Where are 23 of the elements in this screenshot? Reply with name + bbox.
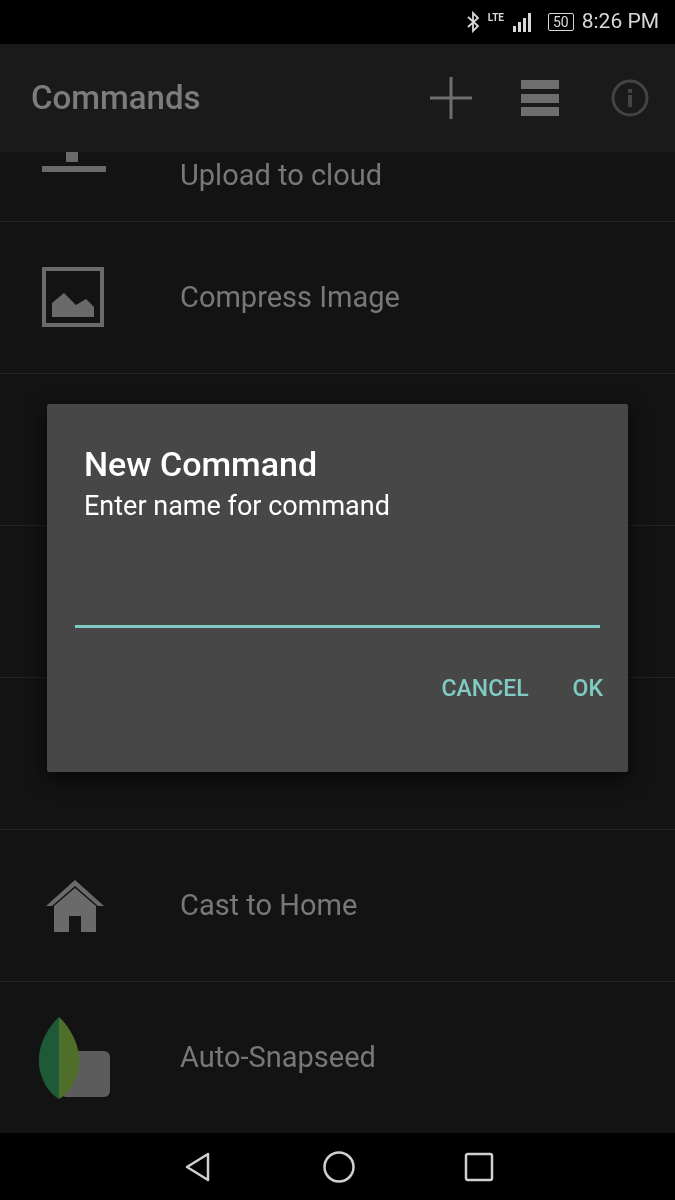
dialog-button[interactable]: OK — [570, 672, 605, 707]
dialog-title: New Command — [84, 444, 318, 484]
image-icon — [42, 266, 106, 329]
clock: 8:26 PM — [581, 8, 659, 36]
command-item[interactable]: Compress Image — [0, 222, 675, 374]
command-label: Cast to Home — [180, 886, 358, 924]
network-type: LTE — [487, 13, 504, 23]
command-label: Upload to cloud — [180, 157, 383, 194]
battery-indicator: 50 — [547, 13, 574, 31]
command-label: Compress Image — [180, 278, 400, 316]
command-label: Auto-Snapseed — [180, 1038, 376, 1076]
signal-icon — [511, 12, 532, 32]
add-icon[interactable] — [427, 74, 475, 122]
home-icon — [44, 877, 106, 934]
recents-icon[interactable] — [463, 1151, 494, 1182]
dialog-button[interactable]: CANCEL — [439, 672, 531, 707]
home-nav-icon[interactable] — [321, 1149, 356, 1184]
command-item[interactable]: Upload to cloud — [0, 152, 675, 222]
command-item[interactable]: Cast to Home — [0, 830, 675, 982]
dialog-message: Enter name for command — [84, 489, 390, 524]
server-stack-icon[interactable] — [521, 80, 561, 116]
screen-title: Commands — [31, 77, 202, 120]
bluetooth-icon — [465, 11, 480, 33]
